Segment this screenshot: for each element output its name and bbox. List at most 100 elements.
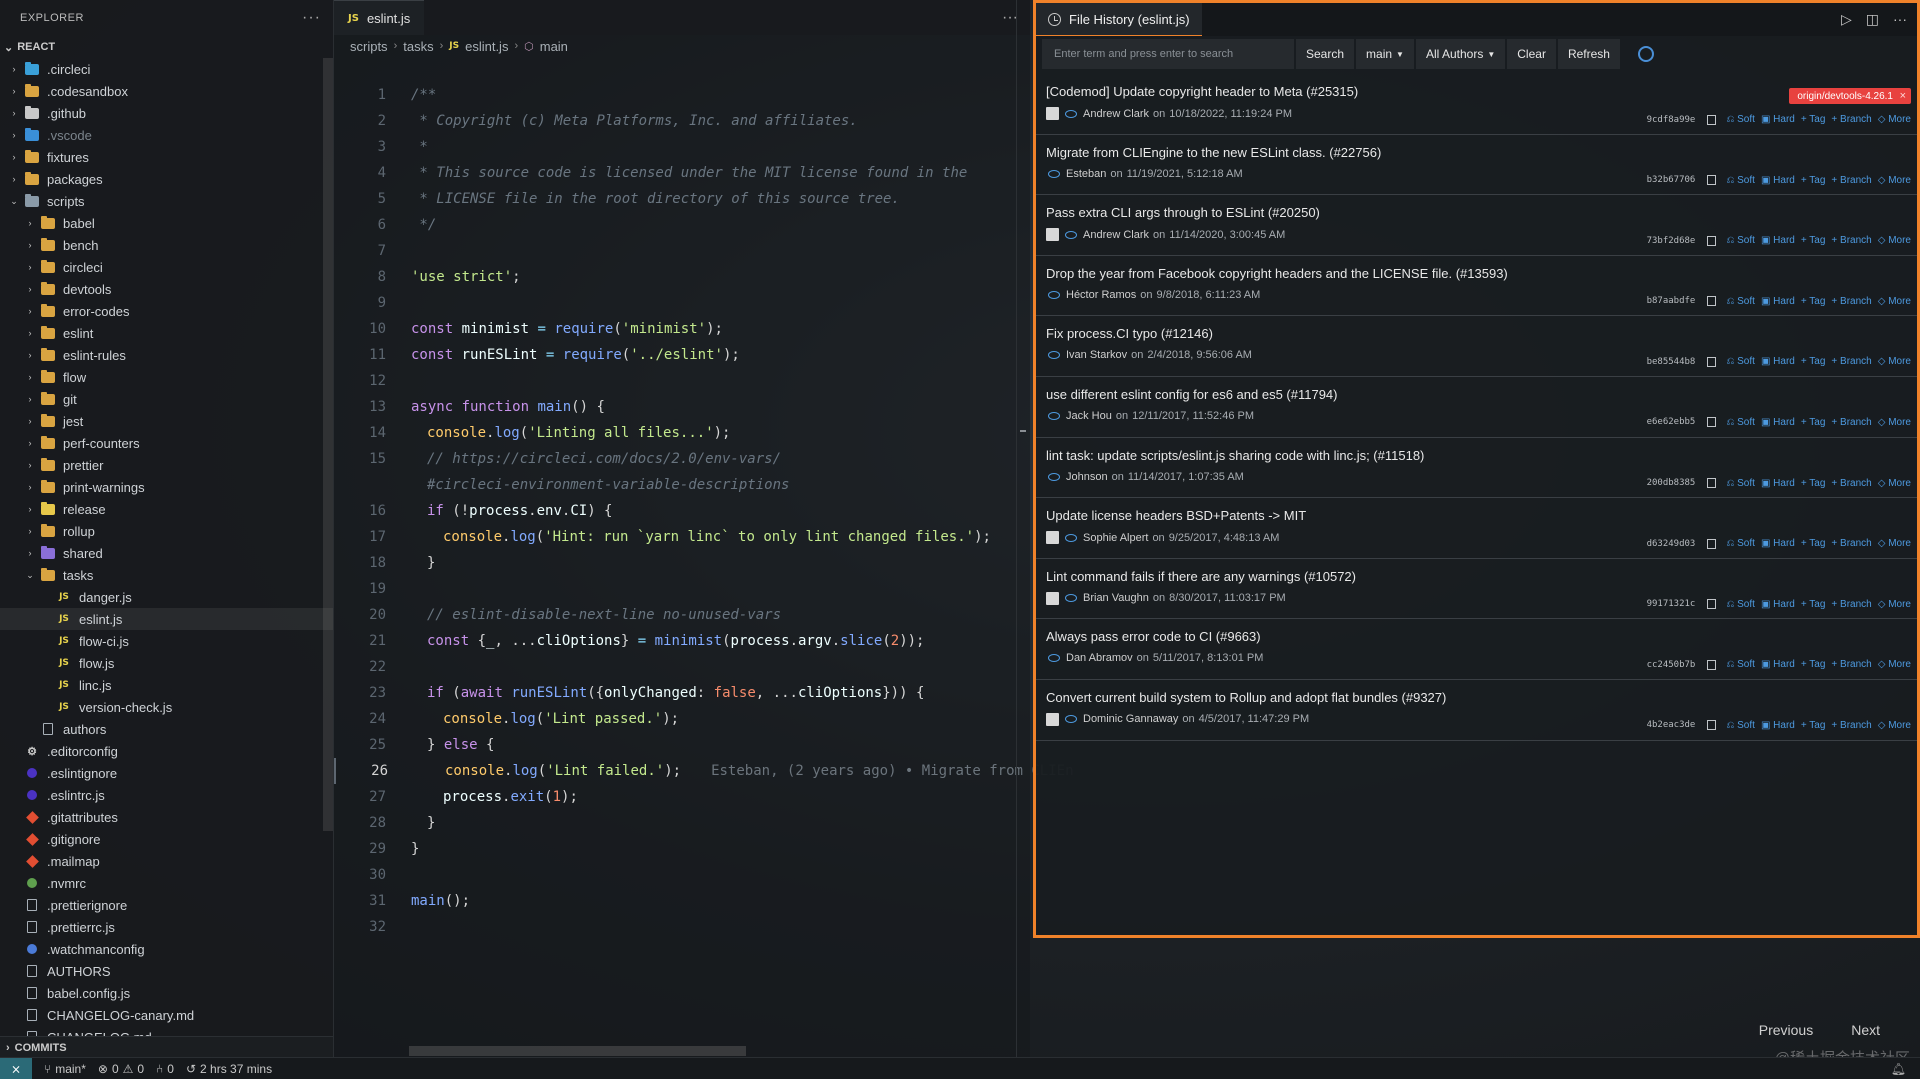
soft-action-button[interactable]: ⎌ Soft [1726,720,1755,731]
tree-item[interactable]: › devtools [0,278,333,300]
more-action-button[interactable]: ◇ More [1878,417,1911,428]
next-button[interactable]: Next [1851,1022,1880,1038]
branch-action-button[interactable]: + Branch [1831,599,1871,610]
commit-title[interactable]: Fix process.CI typo (#12146) [1046,326,1917,341]
commit-title[interactable]: [Codemod] Update copyright header to Met… [1046,84,1917,99]
commit-hash[interactable]: 73bf2d68e [1647,236,1696,246]
breadcrumb-item-symbol[interactable]: main [540,39,568,54]
commit-hash[interactable]: 4b2eac3de [1647,720,1696,730]
tree-item[interactable]: JS flow.js [0,652,333,674]
more-action-button[interactable]: ◇ More [1878,114,1911,125]
commit-author[interactable]: Héctor Ramos [1066,289,1136,301]
run-icon[interactable]: ▷ [1841,11,1852,28]
hard-action-button[interactable]: ▣ Hard [1761,599,1795,610]
branch-action-button[interactable]: + Branch [1831,538,1871,549]
hard-action-button[interactable]: ▣ Hard [1761,356,1795,367]
tag-action-button[interactable]: + Tag [1801,599,1826,610]
soft-action-button[interactable]: ⎌ Soft [1726,478,1755,489]
eye-icon[interactable] [1065,594,1077,603]
breadcrumb-item-tasks[interactable]: tasks [403,39,433,54]
branch-action-button[interactable]: + Branch [1831,175,1871,186]
eye-icon[interactable] [1048,351,1060,360]
tree-item[interactable]: .gitignore [0,828,333,850]
commits-section-header[interactable]: › COMMITS [0,1036,333,1057]
breadcrumb-item-scripts[interactable]: scripts [350,39,388,54]
hard-action-button[interactable]: ▣ Hard [1761,417,1795,428]
eye-icon[interactable] [1048,472,1060,481]
tag-action-button[interactable]: + Tag [1801,235,1826,246]
branch-action-button[interactable]: + Branch [1831,114,1871,125]
clear-button[interactable]: Clear [1507,39,1556,69]
tag-action-button[interactable]: + Tag [1801,478,1826,489]
tab-eslint-js[interactable]: JS eslint.js [334,0,425,35]
commit-hash[interactable]: e6e62ebb5 [1647,417,1696,427]
eye-icon[interactable] [1048,654,1060,663]
tree-item[interactable]: › .codesandbox [0,80,333,102]
copy-icon[interactable] [1707,114,1717,125]
sidebar-scrollbar[interactable] [323,58,333,831]
tree-item[interactable]: › git [0,388,333,410]
commit-hash[interactable]: 200db8385 [1647,478,1696,488]
branch-action-button[interactable]: + Branch [1831,659,1871,670]
commit-title[interactable]: Always pass error code to CI (#9663) [1046,629,1917,644]
commit-author[interactable]: Sophie Alpert [1083,532,1148,544]
tree-item[interactable]: JS eslint.js [0,608,333,630]
tree-item[interactable]: › eslint-rules [0,344,333,366]
tree-item[interactable]: .watchmanconfig [0,938,333,960]
soft-action-button[interactable]: ⎌ Soft [1726,599,1755,610]
notification-bell-icon[interactable]: 🔔︎ [1891,1062,1906,1076]
copy-icon[interactable] [1707,175,1717,186]
branch-action-button[interactable]: + Branch [1831,356,1871,367]
commit-title[interactable]: use different eslint config for es6 and … [1046,387,1917,402]
tab-file-history[interactable]: File History (eslint.js) [1036,3,1202,36]
breadcrumb-item-file[interactable]: eslint.js [465,39,508,54]
tree-item[interactable]: ⚙ .editorconfig [0,740,333,762]
tag-action-button[interactable]: + Tag [1801,538,1826,549]
soft-action-button[interactable]: ⎌ Soft [1726,114,1755,125]
split-editor-icon[interactable]: ◫ [1866,11,1879,28]
tree-item[interactable]: .eslintignore [0,762,333,784]
tree-item[interactable]: JS linc.js [0,674,333,696]
eye-icon[interactable] [1065,533,1077,542]
commit-author[interactable]: Andrew Clark [1083,229,1149,241]
previous-button[interactable]: Previous [1759,1022,1813,1038]
more-action-button[interactable]: ◇ More [1878,235,1911,246]
tree-item[interactable]: › .github [0,102,333,124]
tag-action-button[interactable]: + Tag [1801,114,1826,125]
status-branch[interactable]: ⑂ main* [44,1062,86,1076]
tree-item[interactable]: › shared [0,542,333,564]
commit-title[interactable]: Lint command fails if there are any warn… [1046,569,1917,584]
tree-item[interactable]: authors [0,718,333,740]
commit-author[interactable]: Johnson [1066,471,1108,483]
tree-item[interactable]: › bench [0,234,333,256]
tag-action-button[interactable]: + Tag [1801,175,1826,186]
eye-icon[interactable] [1048,411,1060,420]
copy-icon[interactable] [1707,720,1717,731]
explorer-more-button[interactable]: ··· [302,9,321,27]
status-problems[interactable]: ⊗ 0 ⚠ 0 [98,1062,144,1076]
commit-title[interactable]: Update license headers BSD+Patents -> MI… [1046,508,1917,523]
history-search-input[interactable] [1042,39,1294,69]
copy-icon[interactable] [1707,659,1717,670]
tree-item[interactable]: ⌄ tasks [0,564,333,586]
tree-item[interactable]: › prettier [0,454,333,476]
more-action-button[interactable]: ◇ More [1878,356,1911,367]
tree-item[interactable]: ⌄ scripts [0,190,333,212]
tree-item[interactable]: › babel [0,212,333,234]
tree-item[interactable]: › circleci [0,256,333,278]
soft-action-button[interactable]: ⎌ Soft [1726,296,1755,307]
tag-action-button[interactable]: + Tag [1801,720,1826,731]
commit-title[interactable]: lint task: update scripts/eslint.js shar… [1046,448,1917,463]
commit-title[interactable]: Drop the year from Facebook copyright he… [1046,266,1917,281]
copy-icon[interactable] [1707,478,1717,489]
copy-icon[interactable] [1707,417,1717,428]
more-action-button[interactable]: ◇ More [1878,478,1911,489]
commit-hash[interactable]: b87aabdfe [1647,296,1696,306]
hard-action-button[interactable]: ▣ Hard [1761,235,1795,246]
commit-author[interactable]: Ivan Starkov [1066,349,1127,361]
tag-action-button[interactable]: + Tag [1801,296,1826,307]
tree-item[interactable]: CHANGELOG-canary.md [0,1004,333,1026]
hard-action-button[interactable]: ▣ Hard [1761,175,1795,186]
remote-ref-badge[interactable]: origin/devtools-4.26.1 [1789,88,1911,104]
more-action-button[interactable]: ◇ More [1878,659,1911,670]
